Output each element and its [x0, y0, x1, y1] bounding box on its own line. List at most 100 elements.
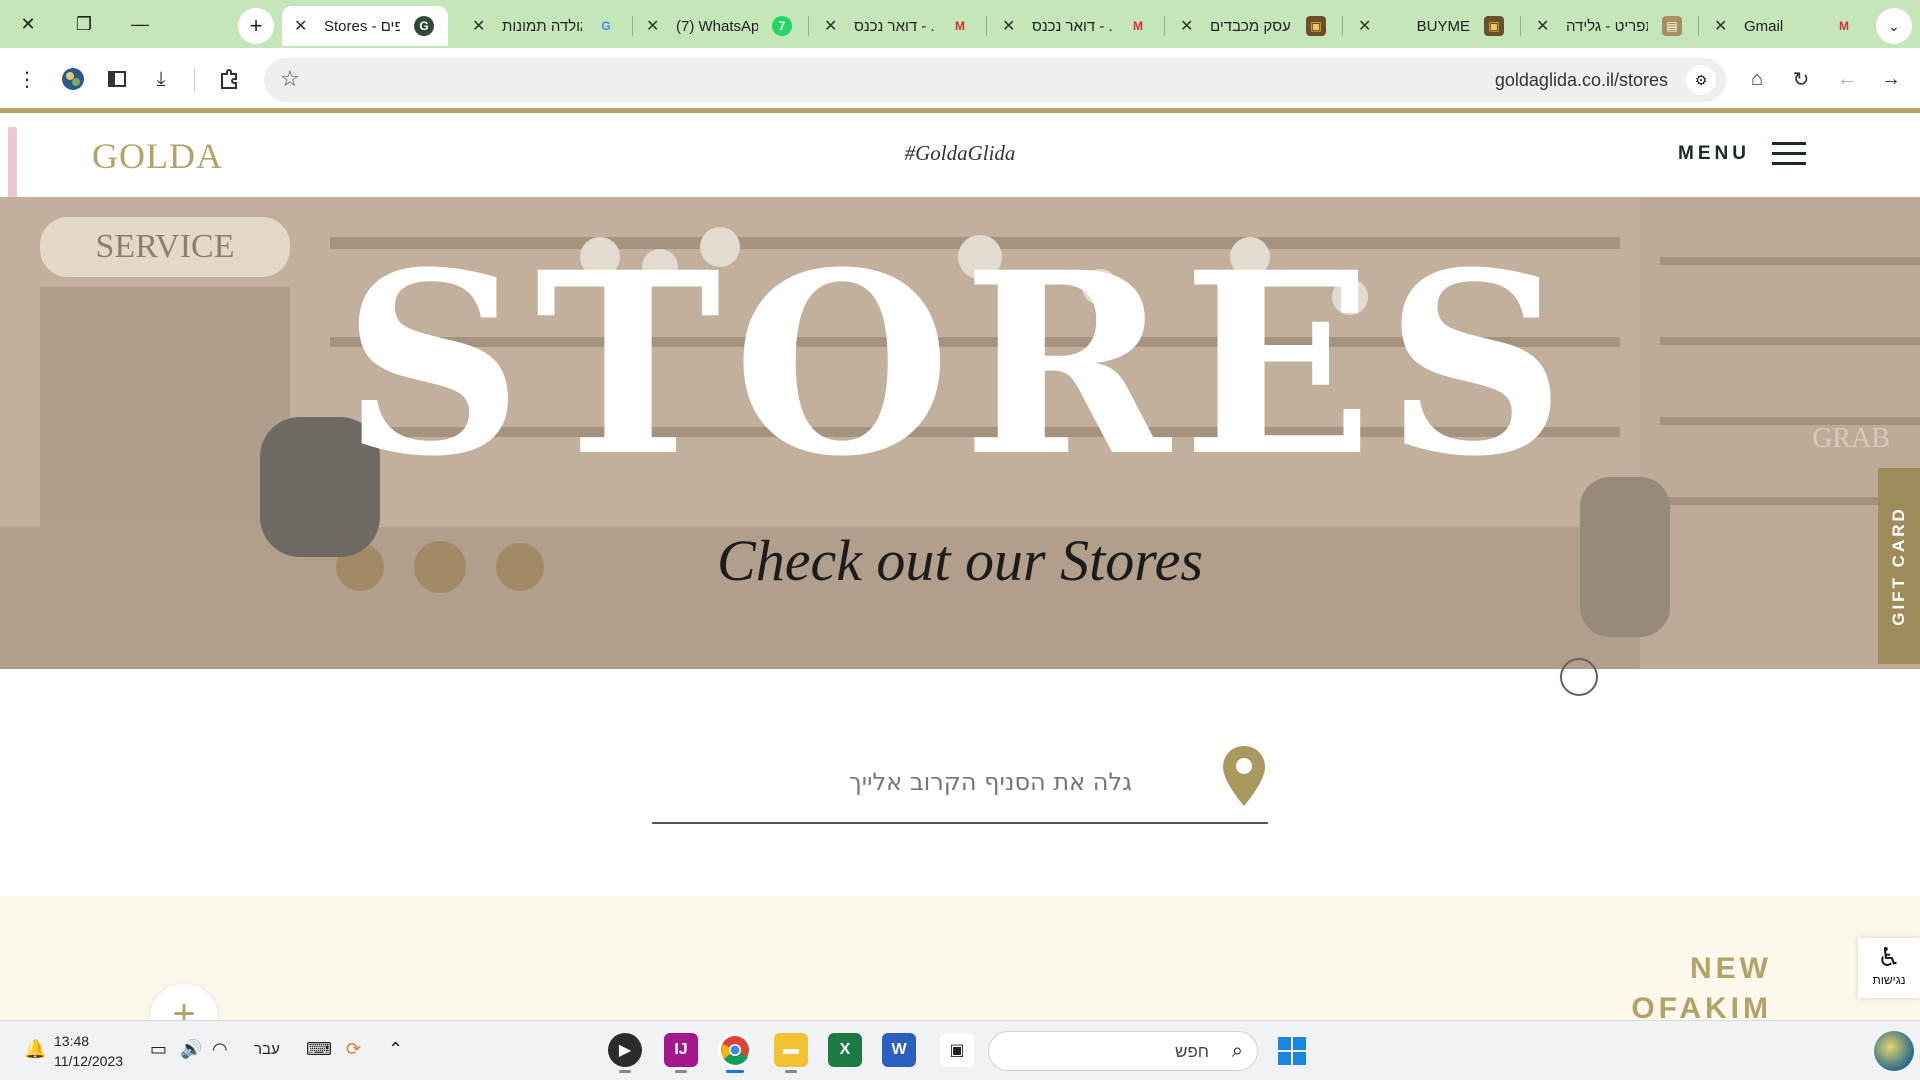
tab-label: בתי עסק מכבדים	[1210, 17, 1292, 35]
close-window-icon[interactable]: ✕	[0, 4, 56, 44]
tab-stores[interactable]: ✕ Stores - סניפים G	[282, 6, 448, 46]
google-icon: G	[601, 19, 611, 33]
tab-gmail[interactable]: ✕ Gmail M	[1702, 6, 1868, 46]
tab-whatsapp[interactable]: ✕ (7) WhatsApp 7	[634, 6, 806, 46]
reload-icon[interactable]: ↻	[1784, 62, 1818, 96]
tab-google-images[interactable]: ✕ גולדה תמונות G	[460, 6, 630, 46]
tab-menu-gelato[interactable]: ✕ תפריט - גלידה ▤	[1524, 6, 1696, 46]
downloads-icon[interactable]: ⤓	[144, 62, 178, 96]
cursor-ring	[1560, 658, 1598, 696]
tab-label: תפריט - גלידה	[1566, 17, 1648, 35]
clock-time: 13:48	[54, 1033, 90, 1049]
widgets-globe-icon[interactable]	[1874, 1031, 1914, 1071]
accessibility-button[interactable]: ♿ נגישות	[1858, 938, 1920, 998]
media-player-icon[interactable]: ▶	[608, 1033, 642, 1073]
file-explorer-icon[interactable]: ▬	[774, 1033, 808, 1073]
close-icon[interactable]: ✕	[1714, 16, 1727, 36]
hero-subtitle: Check out our Stores	[717, 528, 1203, 593]
wifi-icon[interactable]: ◠	[212, 1039, 228, 1060]
tab-label: דואר נכנס - ...	[854, 17, 936, 35]
terminal-icon[interactable]: ▣	[940, 1033, 974, 1067]
tab-gmail-inbox-1[interactable]: ✕ דואר נכנס - ... M	[812, 6, 984, 46]
tab-label: Stores - סניפים	[324, 17, 400, 35]
extensions-icon[interactable]	[212, 62, 246, 96]
chrome-icon[interactable]	[718, 1033, 752, 1073]
new-tab-button[interactable]: +	[238, 8, 274, 44]
gmail-icon: M	[955, 19, 965, 33]
close-icon[interactable]: ✕	[1536, 16, 1549, 36]
tab-separator	[632, 16, 633, 36]
gmail-icon: M	[1839, 19, 1849, 33]
gift-card-label: GIFT CARD	[1889, 506, 1909, 626]
forward-arrow-icon[interactable]: →	[1874, 62, 1908, 96]
store-search	[652, 740, 1268, 824]
close-icon[interactable]: ✕	[1002, 16, 1015, 36]
sync-icon[interactable]: ⟳	[346, 1039, 361, 1060]
gmail-icon: M	[1133, 19, 1143, 33]
whatsapp-icon: 7	[772, 16, 792, 36]
browser-toolbar: ⋮ ⤓ ☆ goldaglida.co.il/stores ⚙ ⌂ ↻ ← →	[0, 48, 1920, 110]
taskbar-search-placeholder: חפש	[1175, 1042, 1209, 1061]
tab-label: (7) WhatsApp	[676, 17, 758, 35]
more-options-icon[interactable]: ⋮	[10, 62, 44, 96]
store-search-input[interactable]	[652, 760, 1212, 804]
stores-section: + NEW OFAKIM	[0, 896, 1920, 1052]
back-arrow-icon[interactable]: ←	[1830, 62, 1864, 96]
tab-separator	[1520, 16, 1521, 36]
notification-bell-icon[interactable]: 🔔	[24, 1039, 46, 1060]
profile-avatar-icon[interactable]	[56, 62, 90, 96]
volume-icon[interactable]: 🔊	[180, 1039, 202, 1060]
restore-window-icon[interactable]: ❐	[56, 4, 112, 44]
url-text[interactable]: goldaglida.co.il/stores	[1495, 70, 1668, 91]
search-icon: ⌕	[1231, 1040, 1243, 1062]
word-icon[interactable]: W	[882, 1033, 916, 1067]
tab-buyme[interactable]: ✕ BUYME ▣	[1346, 6, 1518, 46]
wheelchair-icon: ♿	[1877, 942, 1901, 972]
address-bar[interactable]: ☆ goldaglida.co.il/stores ⚙	[264, 58, 1726, 102]
tab-businesses[interactable]: ✕ בתי עסק מכבדים ▣	[1168, 6, 1340, 46]
gift-card-button[interactable]: GIFT CARD	[1878, 468, 1920, 664]
site-settings-icon[interactable]: ⚙	[1686, 65, 1716, 95]
hero-banner: SERVICE GRAB STORES Check out our Stores	[0, 197, 1920, 669]
golda-favicon-icon: G	[414, 16, 434, 36]
close-icon[interactable]: ✕	[824, 16, 837, 36]
windows-start-icon[interactable]	[1278, 1037, 1306, 1065]
hashtag-text: #GoldaGlida	[904, 141, 1016, 165]
page-icon: ▤	[1662, 16, 1682, 36]
side-panel-icon[interactable]	[100, 62, 134, 96]
store-new-badge: NEW	[1690, 952, 1772, 985]
tab-strip: ✕ ❐ — + ✕ Stores - סניפים G ✕ גולדה תמונ…	[0, 0, 1920, 48]
bag-icon: ▣	[1306, 16, 1326, 36]
tab-gmail-inbox-2[interactable]: ✕ דואר נכנס - ... M	[990, 6, 1162, 46]
tab-separator	[1342, 16, 1343, 36]
accessibility-label: נגישות	[1872, 973, 1906, 987]
taskbar-search-box[interactable]: חפש ⌕	[988, 1031, 1258, 1071]
system-clock[interactable]: 13:48 11/12/2023	[54, 1031, 123, 1071]
tab-separator	[1164, 16, 1165, 36]
minimize-window-icon[interactable]: —	[112, 4, 168, 44]
location-pin-icon	[1223, 746, 1265, 806]
tab-separator	[1698, 16, 1699, 36]
battery-icon[interactable]: ▭	[150, 1039, 167, 1060]
windows-taskbar: 🔔 13:48 11/12/2023 ▭ 🔊 ◠ עבר ⌨ ⟳ ⌃ ▶ IJ …	[0, 1020, 1920, 1080]
hamburger-menu-icon[interactable]	[1772, 142, 1806, 168]
excel-icon[interactable]: X	[828, 1033, 862, 1067]
bookmark-star-icon[interactable]: ☆	[280, 66, 300, 92]
toolbar-divider	[194, 68, 195, 92]
close-icon[interactable]: ✕	[1358, 16, 1371, 36]
intellij-icon[interactable]: IJ	[664, 1033, 698, 1073]
bag-icon: ▣	[1484, 16, 1504, 36]
close-icon[interactable]: ✕	[472, 16, 485, 36]
hero-title: STORES	[342, 217, 1578, 511]
close-icon[interactable]: ✕	[1180, 16, 1193, 36]
tab-label: גולדה תמונות	[502, 17, 582, 35]
menu-label[interactable]: MENU	[1678, 143, 1750, 165]
close-icon[interactable]: ✕	[646, 16, 659, 36]
language-indicator[interactable]: עבר	[254, 1041, 280, 1058]
site-header: GOLDA #GoldaGlida MENU	[0, 113, 1920, 197]
home-icon[interactable]: ⌂	[1740, 62, 1774, 96]
tray-chevron-up-icon[interactable]: ⌃	[388, 1039, 403, 1060]
close-icon[interactable]: ✕	[294, 16, 307, 36]
keyboard-icon[interactable]: ⌨	[306, 1039, 332, 1060]
tab-search-chevron-icon[interactable]: ⌄	[1876, 8, 1912, 44]
